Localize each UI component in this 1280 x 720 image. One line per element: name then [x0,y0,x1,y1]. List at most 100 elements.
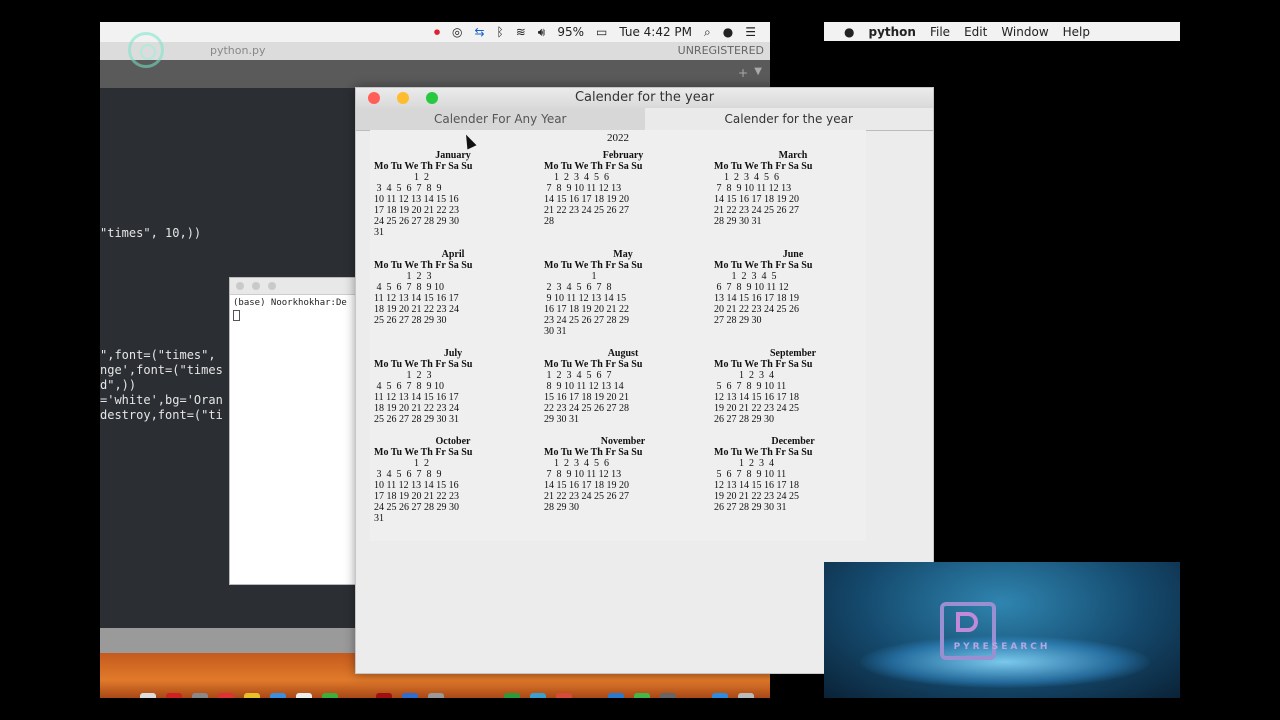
app-icon[interactable] [556,693,572,698]
wifi-icon[interactable]: ≋ [516,25,526,39]
unregistered-label: UNREGISTERED [677,44,764,57]
week-row: 20 21 22 23 24 25 26 [714,304,799,315]
finder-icon[interactable] [140,693,156,698]
menu-window[interactable]: Window [1001,25,1048,39]
app-icon[interactable] [166,693,182,698]
weekday-header: Mo Tu We Th Fr Sa Su [714,447,813,458]
week-row: 21 22 23 24 25 26 27 [714,205,799,216]
weekday-header: Mo Tu We Th Fr Sa Su [714,359,813,370]
teamviewer-icon[interactable]: ⇆ [474,25,484,39]
weekday-header: Mo Tu We Th Fr Sa Su [374,359,473,370]
app-icon[interactable] [608,693,624,698]
code-line: d",)) [100,378,137,392]
volume-icon[interactable]: 🔊︎ [538,25,546,40]
week-row: 26 27 28 29 30 31 [714,502,787,513]
week-row: 19 20 21 22 23 24 25 [714,491,799,502]
week-row: 21 22 23 24 25 26 27 [544,205,629,216]
editor-titlebar: python.py UNREGISTERED [100,42,770,60]
app-icon[interactable] [270,693,286,698]
app-icon[interactable] [530,693,546,698]
terminal-window[interactable]: (base) Noorkhokhar:De [229,277,364,585]
app-icon[interactable] [428,693,444,698]
week-row: 1 2 3 [374,370,432,381]
month-name: April [441,249,465,260]
month-name: August [607,348,639,359]
trash-icon[interactable] [738,693,754,698]
month-february: February Mo Tu We Th Fr Sa Su 1 2 3 4 5 6… [544,150,702,227]
week-row: 12 13 14 15 16 17 18 [714,392,799,403]
new-tab-icon[interactable]: + [738,66,748,80]
app-icon[interactable] [504,693,520,698]
week-row: 10 11 12 13 14 15 16 [374,194,459,205]
app-icon[interactable] [376,693,392,698]
week-row: 7 8 9 10 11 12 13 [544,183,622,194]
week-row: 3 4 5 6 7 8 9 [374,469,442,480]
terminal-close-button[interactable] [236,282,244,290]
week-row: 17 18 19 20 21 22 23 [374,205,459,216]
search-icon[interactable]: ⌕ [704,25,711,40]
month-january: January Mo Tu We Th Fr Sa Su 1 2 3 4 5 6 … [374,150,532,238]
week-row: 26 27 28 29 30 [714,414,774,425]
terminal-minimize-button[interactable] [252,282,260,290]
editor-filename: python.py [210,44,266,57]
week-row: 27 28 29 30 [714,315,762,326]
week-row: 23 24 25 26 27 28 29 [544,315,629,326]
week-row: 1 2 3 [374,271,432,282]
week-row: 24 25 26 27 28 29 30 [374,502,459,513]
menu-python[interactable]: python [868,25,915,39]
user-icon[interactable]: ● [723,25,733,39]
list-icon[interactable]: ☰ [745,25,756,39]
month-name: February [602,150,644,161]
terminal-prompt: (base) Noorkhokhar:De [233,298,347,308]
week-row: 3 4 5 6 7 8 9 [374,183,442,194]
app-icon[interactable] [322,693,338,698]
month-october: October Mo Tu We Th Fr Sa Su 1 2 3 4 5 6 … [374,436,532,524]
week-row: 28 [544,216,554,227]
week-row: 14 15 16 17 18 19 20 [544,480,629,491]
apple-icon[interactable]: ● [844,25,854,39]
terminal-maximize-button[interactable] [268,282,276,290]
app-icon[interactable] [296,693,312,698]
week-row: 2 3 4 5 6 7 8 [544,282,612,293]
month-may: May Mo Tu We Th Fr Sa Su 1 2 3 4 5 6 7 8 … [544,249,702,337]
menu-file[interactable]: File [930,25,950,39]
weekday-header: Mo Tu We Th Fr Sa Su [544,447,643,458]
month-name: November [600,436,646,447]
weekday-header: Mo Tu We Th Fr Sa Su [374,260,473,271]
app-icon[interactable] [218,693,234,698]
right-menubar: ● python File Edit Window Help [824,22,1180,41]
week-row: 1 2 3 4 5 6 7 [544,370,612,381]
month-august: August Mo Tu We Th Fr Sa Su 1 2 3 4 5 6 7… [544,348,702,425]
month-november: November Mo Tu We Th Fr Sa Su 1 2 3 4 5 6… [544,436,702,513]
menu-edit[interactable]: Edit [964,25,987,39]
code-line: "times", 10,)) [100,226,202,240]
battery-icon: ▭ [596,25,608,39]
week-row: 4 5 6 7 8 9 10 [374,381,445,392]
tab-calendar-any-year[interactable]: Calender For Any Year [356,108,645,130]
weekday-header: Mo Tu We Th Fr Sa Su [714,161,813,172]
week-row: 19 20 21 22 23 24 25 [714,403,799,414]
app-icon[interactable] [244,693,260,698]
week-row: 1 [544,271,597,282]
week-row: 1 2 3 4 [714,458,774,469]
record-icon[interactable]: ⏺ [434,25,440,40]
code-line: ='white',bg='Oran [100,393,223,407]
weekday-header: Mo Tu We Th Fr Sa Su [714,260,813,271]
week-row: 28 29 30 [544,502,579,513]
tab-calendar-for-year[interactable]: Calender for the year [644,108,933,130]
week-row: 14 15 16 17 18 19 20 [714,194,799,205]
creative-cloud-icon[interactable]: ◎ [452,25,462,39]
month-june: June Mo Tu We Th Fr Sa Su 1 2 3 4 5 6 7 8… [714,249,872,326]
app-icon[interactable] [634,693,650,698]
chevron-down-icon[interactable]: ▼ [754,66,762,77]
clock[interactable]: Tue 4:42 PM [619,25,692,39]
app-icon[interactable] [660,693,676,698]
bluetooth-icon[interactable]: ᛒ [497,25,504,39]
menu-help[interactable]: Help [1063,25,1090,39]
app-icon[interactable] [712,693,728,698]
app-icon[interactable] [402,693,418,698]
terminal-titlebar [230,278,363,295]
battery-level[interactable]: 95% [557,25,584,39]
app-icon[interactable] [192,693,208,698]
week-row: 1 2 3 4 5 6 [714,172,779,183]
